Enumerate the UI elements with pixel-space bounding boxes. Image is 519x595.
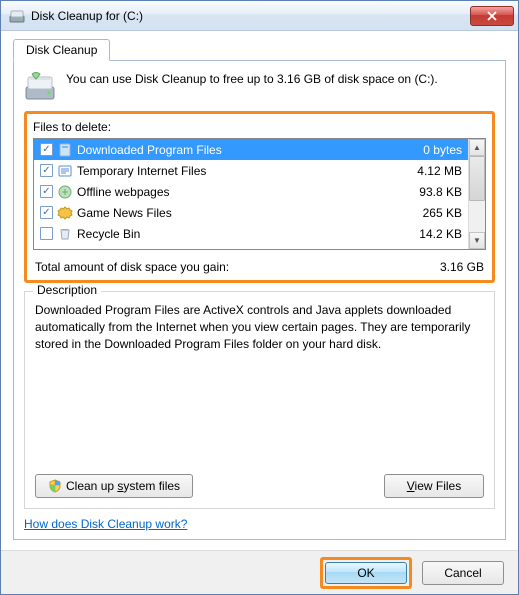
description-text: Downloaded Program Files are ActiveX con… [35,302,484,466]
file-checkbox[interactable]: ✓ [40,164,53,177]
file-name: Offline webpages [77,185,398,199]
file-checkbox[interactable]: ✓ [40,206,53,219]
description-group: Description Downloaded Program Files are… [24,291,495,509]
disk-icon [24,71,56,103]
file-size: 93.8 KB [402,185,462,199]
ok-highlight: OK [320,557,412,589]
intro-text: You can use Disk Cleanup to free up to 3… [66,71,438,103]
scrollbar[interactable]: ▲ ▼ [468,139,485,249]
scroll-track[interactable] [469,156,485,232]
file-checkbox[interactable]: ✓ [40,185,53,198]
file-name: Recycle Bin [77,227,398,241]
cleanup-system-files-button[interactable]: Clean up system files [35,474,193,498]
file-type-icon [57,163,73,179]
close-button[interactable] [470,6,514,26]
disk-cleanup-icon [9,8,25,24]
files-to-delete-label: Files to delete: [33,120,486,134]
files-highlight-group: Files to delete: ✓ Downloaded Program Fil… [24,111,495,283]
file-size: 265 KB [402,206,462,220]
description-button-row: Clean up system files View Files [35,474,484,498]
file-type-icon [57,184,73,200]
intro-row: You can use Disk Cleanup to free up to 3… [24,71,495,103]
file-name: Temporary Internet Files [77,164,398,178]
shield-icon [48,479,62,493]
dialog-footer: OK Cancel [1,550,518,594]
file-type-icon [57,142,73,158]
view-files-button[interactable]: View Files [384,474,484,498]
file-type-icon [57,205,73,221]
file-size: 4.12 MB [402,164,462,178]
disk-cleanup-window: Disk Cleanup for (C:) Disk Cleanup You c… [0,0,519,595]
file-name: Game News Files [77,206,398,220]
view-files-label: View Files [407,479,461,493]
tab-strip: Disk Cleanup [13,39,506,61]
total-value: 3.16 GB [440,260,484,274]
total-row: Total amount of disk space you gain: 3.1… [33,260,486,274]
file-row[interactable]: ✓ Downloaded Program Files 0 bytes [34,139,468,160]
file-list: ✓ Downloaded Program Files 0 bytes ✓ Tempora… [33,138,486,250]
file-row[interactable]: ✓ Game News Files 265 KB [34,202,468,223]
file-size: 0 bytes [402,143,462,157]
ok-button[interactable]: OK [325,562,407,584]
scroll-thumb[interactable] [469,156,485,201]
description-legend: Description [33,283,101,297]
tab-disk-cleanup[interactable]: Disk Cleanup [13,39,110,61]
window-title: Disk Cleanup for (C:) [31,9,470,23]
cleanup-button-label: Clean up system files [66,479,180,493]
cancel-button[interactable]: Cancel [422,561,504,585]
file-row[interactable]: Recycle Bin 14.2 KB [34,223,468,244]
file-name: Downloaded Program Files [77,143,398,157]
file-type-icon [57,226,73,242]
close-icon [487,11,497,21]
help-link[interactable]: How does Disk Cleanup work? [24,517,495,531]
titlebar: Disk Cleanup for (C:) [1,1,518,31]
file-checkbox[interactable] [40,227,53,240]
file-row[interactable]: ✓ Temporary Internet Files 4.12 MB [34,160,468,181]
tab-panel: You can use Disk Cleanup to free up to 3… [13,60,506,540]
total-label: Total amount of disk space you gain: [35,260,229,274]
scroll-down-button[interactable]: ▼ [469,232,485,249]
dialog-body: Disk Cleanup You can use Disk Cleanup to… [1,31,518,550]
file-checkbox[interactable]: ✓ [40,143,53,156]
file-size: 14.2 KB [402,227,462,241]
file-row[interactable]: ✓ Offline webpages 93.8 KB [34,181,468,202]
scroll-up-button[interactable]: ▲ [469,139,485,156]
